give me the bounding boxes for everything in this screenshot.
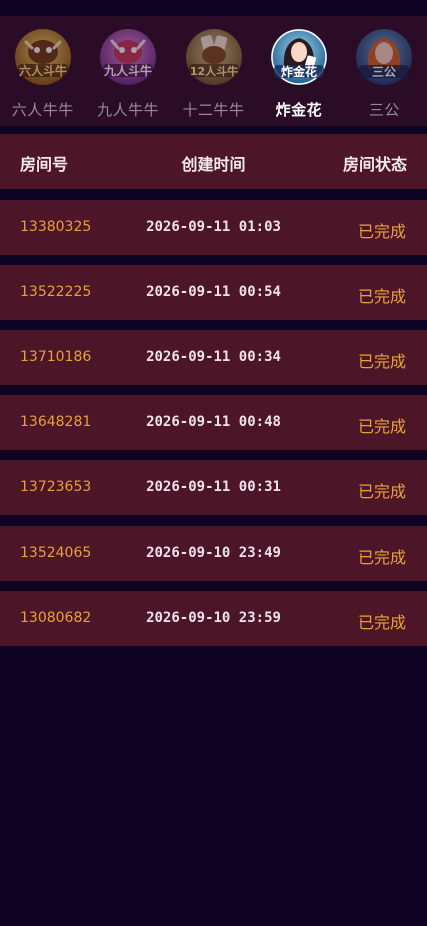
room-status: 已完成 (357, 222, 406, 241)
tab-sangong[interactable]: 三公 三公 (342, 16, 427, 126)
table-row[interactable]: 13380325 2026-09-11 01:03 已完成 (0, 200, 427, 255)
table-row[interactable]: 13723653 2026-09-11 00:31 已完成 (0, 460, 427, 515)
tab-label: 炸金花 (275, 101, 323, 119)
six-player-niuniu-badge: 六人斗牛 (19, 63, 67, 78)
room-history-page: 六人斗牛 六人牛牛 九人斗牛 九人牛牛 12人斗牛 十二牛牛 炸金花 炸金花 三… (0, 0, 427, 926)
sangong-badge: 三公 (372, 65, 396, 79)
game-tab-bar: 六人斗牛 六人牛牛 九人斗牛 九人牛牛 12人斗牛 十二牛牛 炸金花 炸金花 三… (0, 16, 427, 126)
nine-player-niuniu-badge: 九人斗牛 (103, 63, 152, 78)
column-header-status: 房间状态 (342, 155, 407, 174)
twelve-player-niuniu-badge: 12人斗牛 (189, 64, 237, 78)
tab-label: 六人牛牛 (11, 101, 74, 119)
room-status: 已完成 (357, 287, 406, 306)
table-row[interactable]: 13524065 2026-09-10 23:49 已完成 (0, 526, 427, 581)
twelve-player-niuniu-icon: 12人斗牛 (185, 28, 243, 86)
room-status: 已完成 (357, 548, 406, 567)
tab-label: 十二牛牛 (182, 101, 245, 119)
table-row[interactable]: 13522225 2026-09-11 00:54 已完成 (0, 265, 427, 320)
table-row[interactable]: 13080682 2026-09-10 23:59 已完成 (0, 591, 427, 646)
tab-twelve-player-niuniu[interactable]: 12人斗牛 十二牛牛 (171, 16, 256, 126)
zhajinhua-icon: 炸金花 (270, 28, 328, 86)
tab-label: 三公 (368, 101, 400, 119)
tab-label: 九人牛牛 (97, 101, 160, 119)
top-strip (0, 0, 427, 16)
table-header: 房间号 创建时间 房间状态 (0, 134, 427, 189)
table-row[interactable]: 13710186 2026-09-11 00:34 已完成 (0, 330, 427, 385)
room-status: 已完成 (357, 352, 406, 371)
table-row[interactable]: 13648281 2026-09-11 00:48 已完成 (0, 395, 427, 450)
tab-zhajinhua[interactable]: 炸金花 炸金花 (256, 16, 341, 126)
room-status: 已完成 (357, 613, 406, 632)
room-status: 已完成 (357, 417, 406, 436)
tab-six-player-niuniu[interactable]: 六人斗牛 六人牛牛 (0, 16, 85, 126)
sangong-icon: 三公 (355, 28, 413, 86)
nine-player-niuniu-icon: 九人斗牛 (99, 28, 157, 86)
tab-nine-player-niuniu[interactable]: 九人斗牛 九人牛牛 (85, 16, 170, 126)
zhajinhua-badge: 炸金花 (281, 64, 317, 79)
room-status: 已完成 (357, 482, 406, 501)
six-player-niuniu-icon: 六人斗牛 (14, 28, 72, 86)
